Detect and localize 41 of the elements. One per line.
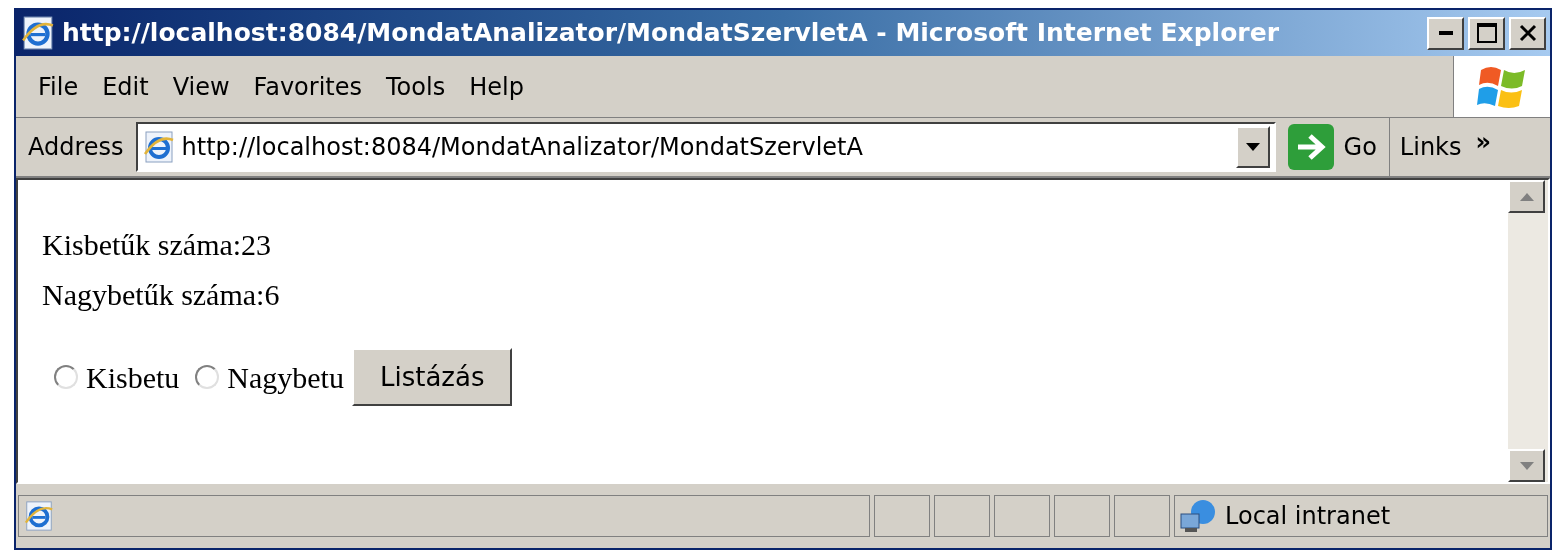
result-text: Kisbetűk száma:23	[42, 227, 272, 263]
links-button[interactable]: Links	[1399, 129, 1462, 165]
caret-icon	[1245, 143, 1260, 151]
down-arrow-icon	[1519, 461, 1534, 470]
radio-button[interactable]	[54, 365, 78, 389]
menu-item[interactable]: Edit	[94, 68, 157, 105]
go-button[interactable]: Go	[1275, 124, 1389, 170]
scroll-up-button[interactable]	[1508, 180, 1545, 213]
maximize-button[interactable]	[1468, 16, 1505, 50]
address-label: Address	[27, 132, 125, 163]
browser-page-icon	[20, 15, 56, 51]
status-panel	[1114, 495, 1170, 537]
close-button[interactable]	[1509, 16, 1546, 50]
more-button[interactable]: »	[1475, 124, 1492, 160]
zone-label: Local intranet	[1225, 501, 1391, 532]
result-text: Nagybetűk száma:6	[42, 277, 280, 313]
minimize-icon	[1438, 31, 1453, 35]
status-panel	[934, 495, 990, 537]
status-panel	[874, 495, 930, 537]
page-icon	[141, 130, 176, 164]
menu-item[interactable]: Help	[461, 68, 532, 105]
menu-item[interactable]: View	[164, 68, 238, 105]
menu-item[interactable]: File	[30, 68, 87, 105]
radio-label: Kisbetu	[86, 359, 180, 396]
scrollbar[interactable]	[1508, 180, 1548, 482]
address-field[interactable]: http://localhost:8084/MondatAnalizator/MondatSzervletA	[135, 122, 1276, 172]
scroll-down-button[interactable]	[1508, 449, 1545, 482]
menu-item[interactable]: Tools	[378, 68, 454, 105]
radio-button[interactable]	[195, 365, 220, 389]
status-panel	[994, 495, 1050, 537]
window-title: http://localhost:8084/MondatAnalizator/MondatSzervletA - Microsoft Internet Explorer	[62, 17, 1280, 50]
minimize-button[interactable]	[1427, 16, 1464, 50]
maximize-icon	[1476, 23, 1497, 43]
page-icon	[23, 500, 55, 532]
radio-label: Nagybetu	[227, 359, 344, 396]
status-panel	[1054, 495, 1110, 537]
dropdown-button[interactable]	[1235, 126, 1270, 168]
close-icon	[1518, 24, 1537, 42]
list-button[interactable]: Listázás	[351, 348, 513, 406]
up-arrow-icon	[1519, 192, 1534, 201]
menu-item[interactable]: Favorites	[245, 68, 371, 105]
